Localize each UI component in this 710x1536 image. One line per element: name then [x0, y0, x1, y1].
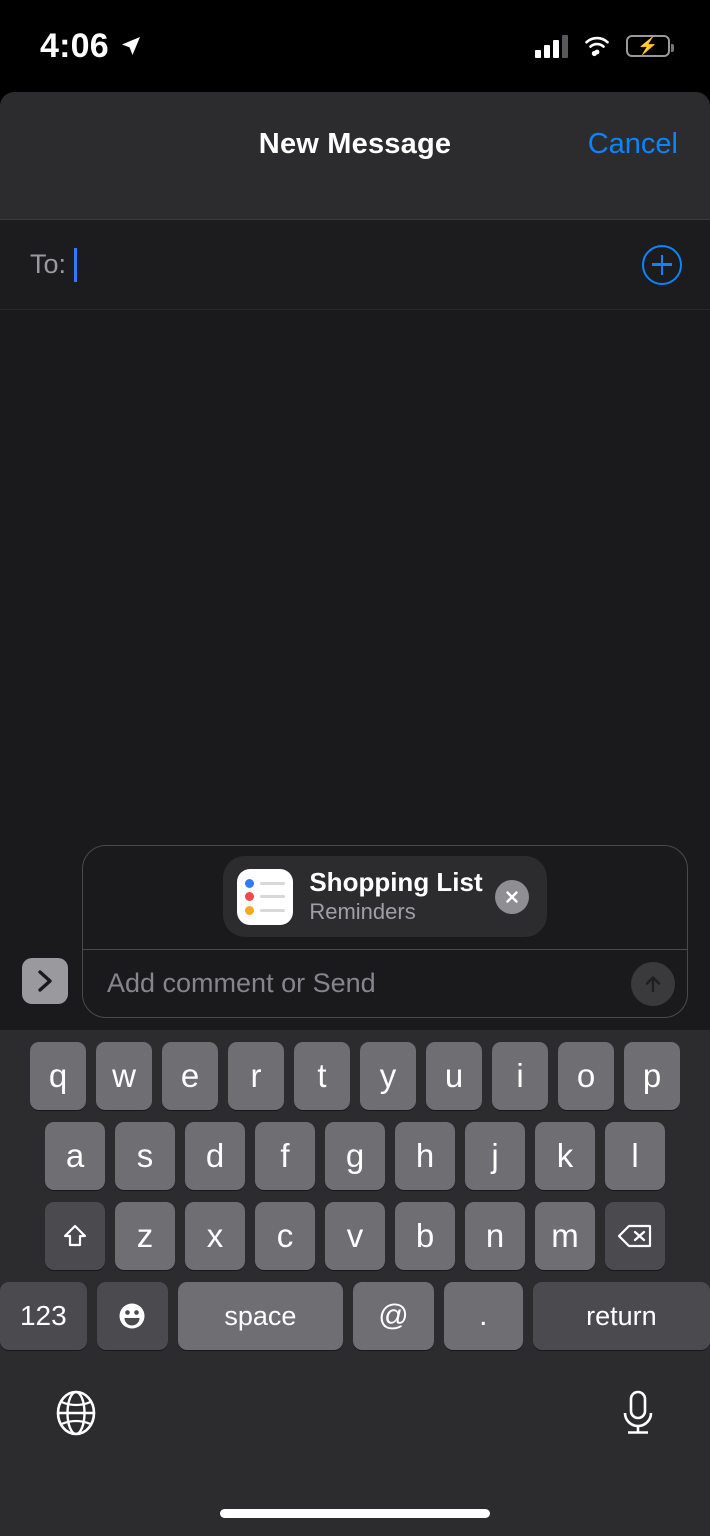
- key-z[interactable]: z: [115, 1202, 175, 1270]
- key-d[interactable]: d: [185, 1122, 245, 1190]
- cancel-button[interactable]: Cancel: [588, 128, 678, 161]
- key-y[interactable]: y: [360, 1042, 416, 1110]
- key-n[interactable]: n: [465, 1202, 525, 1270]
- key-g[interactable]: g: [325, 1122, 385, 1190]
- attachment-composer: Shopping List Reminders Add comment or S…: [82, 845, 688, 1018]
- page-title: New Message: [258, 128, 452, 160]
- key-s[interactable]: s: [115, 1122, 175, 1190]
- numbers-key[interactable]: 123: [0, 1282, 87, 1350]
- compose-bar: Shopping List Reminders Add comment or S…: [0, 840, 710, 1030]
- globe-icon[interactable]: [50, 1387, 102, 1444]
- key-t[interactable]: t: [294, 1042, 350, 1110]
- comment-input-placeholder: Add comment or Send: [107, 968, 376, 998]
- reminders-icon: [237, 868, 294, 925]
- location-arrow-icon: [121, 37, 140, 55]
- key-v[interactable]: v: [325, 1202, 385, 1270]
- key-u[interactable]: u: [426, 1042, 482, 1110]
- battery-charging-icon: ⚡: [626, 35, 674, 57]
- key-f[interactable]: f: [255, 1122, 315, 1190]
- keyboard-row-4: 123 space @ . return: [0, 1282, 710, 1350]
- key-m[interactable]: m: [535, 1202, 595, 1270]
- on-screen-keyboard: q w e r t y u i o p a s d f g h j k l z …: [0, 1030, 710, 1536]
- keyboard-row-2: a s d f g h j k l: [0, 1122, 710, 1190]
- key-h[interactable]: h: [395, 1122, 455, 1190]
- chevron-right-icon[interactable]: [22, 958, 68, 1004]
- key-j[interactable]: j: [465, 1122, 525, 1190]
- shift-arrow-icon[interactable]: [45, 1202, 105, 1270]
- close-x-icon[interactable]: [494, 879, 529, 914]
- attachment-title: Shopping List: [309, 867, 483, 898]
- key-p[interactable]: p: [624, 1042, 680, 1110]
- iphone-screen: 4:06 ⚡ New Message Cancel To: Shopping L…: [0, 0, 710, 1536]
- key-q[interactable]: q: [30, 1042, 86, 1110]
- attachment-chip[interactable]: Shopping List Reminders: [223, 856, 547, 937]
- emoji-smiley-icon[interactable]: [96, 1282, 168, 1350]
- text-cursor: [74, 247, 78, 282]
- cellular-signal-icon: [535, 34, 568, 58]
- key-c[interactable]: c: [255, 1202, 315, 1270]
- status-bar: 4:06 ⚡: [0, 0, 710, 92]
- space-key[interactable]: space: [177, 1282, 344, 1350]
- keyboard-row-1: q w e r t y u i o p: [0, 1042, 710, 1110]
- key-a[interactable]: a: [45, 1122, 105, 1190]
- keyboard-row-3: z x c v b n m: [0, 1202, 710, 1270]
- backspace-icon[interactable]: [605, 1202, 665, 1270]
- at-key[interactable]: @: [353, 1282, 434, 1350]
- to-label: To:: [30, 249, 67, 279]
- attachment-text: Shopping List Reminders: [309, 868, 482, 925]
- status-bar-right: ⚡: [535, 34, 674, 58]
- home-indicator: [220, 1509, 490, 1518]
- period-key[interactable]: .: [443, 1282, 523, 1350]
- recipient-field-row[interactable]: To:: [0, 219, 710, 310]
- key-i[interactable]: i: [492, 1042, 548, 1110]
- return-key[interactable]: return: [532, 1282, 710, 1350]
- microphone-icon[interactable]: [616, 1387, 660, 1444]
- key-x[interactable]: x: [185, 1202, 245, 1270]
- plus-circle-icon[interactable]: [642, 244, 682, 285]
- wifi-icon: [585, 36, 609, 57]
- attachment-preview-row: Shopping List Reminders: [83, 846, 687, 949]
- status-bar-left: 4:06: [40, 27, 143, 66]
- keyboard-bottom-bar: [0, 1362, 710, 1454]
- key-b[interactable]: b: [395, 1202, 455, 1270]
- key-o[interactable]: o: [558, 1042, 614, 1110]
- key-r[interactable]: r: [228, 1042, 284, 1110]
- key-e[interactable]: e: [162, 1042, 218, 1110]
- attachment-subtitle: Reminders: [309, 898, 416, 924]
- key-k[interactable]: k: [535, 1122, 595, 1190]
- status-time: 4:06: [40, 26, 109, 65]
- arrow-up-icon[interactable]: [631, 961, 675, 1006]
- key-w[interactable]: w: [96, 1042, 152, 1110]
- comment-input-row[interactable]: Add comment or Send: [83, 949, 687, 1017]
- key-l[interactable]: l: [605, 1122, 665, 1190]
- navigation-bar: New Message Cancel: [0, 92, 710, 219]
